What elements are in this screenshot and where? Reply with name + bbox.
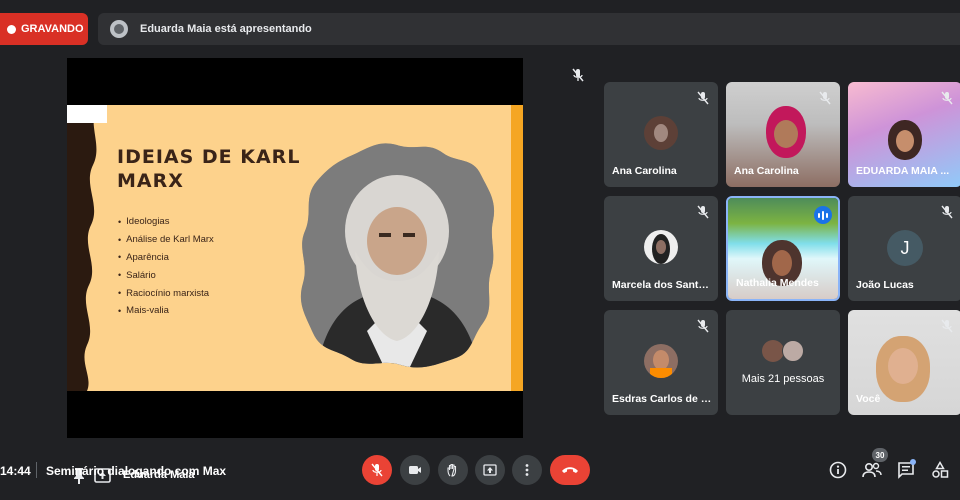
mic-off-icon <box>697 91 709 105</box>
slide-bullet-list: Ideologias Análise de Karl Marx Aparênci… <box>118 213 214 320</box>
speaking-indicator-icon <box>814 206 832 224</box>
presentation-stage[interactable]: IDEIAS DE KARL MARX Ideologias Análise d… <box>67 58 523 484</box>
more-options-button[interactable] <box>512 455 542 485</box>
participant-tile[interactable]: Ana Carolina <box>604 82 718 187</box>
info-icon <box>829 461 847 479</box>
karl-marx-portrait <box>300 143 495 368</box>
slide-bullet: Salário <box>118 266 214 284</box>
mic-off-icon <box>941 205 953 219</box>
chat-notification-dot <box>910 459 916 465</box>
participant-avatar <box>644 230 678 264</box>
mic-off-icon <box>697 319 709 333</box>
participant-name: Esdras Carlos de L... <box>612 393 712 405</box>
hangup-icon <box>562 467 578 473</box>
participant-avatar <box>766 106 806 158</box>
participant-avatar <box>782 340 804 362</box>
slide-wave-decoration <box>67 105 97 391</box>
more-vert-icon <box>525 464 529 476</box>
participant-name: EDUARDA MAIA ... <box>856 165 950 177</box>
participant-avatar <box>644 344 678 378</box>
mic-off-icon <box>819 91 831 105</box>
participant-tile[interactable]: Ana Carolina <box>726 82 840 187</box>
meeting-clock: 14:44 <box>0 464 31 478</box>
participant-avatar <box>762 340 784 362</box>
presentation-slide: IDEIAS DE KARL MARX Ideologias Análise d… <box>67 105 523 391</box>
mic-off-icon <box>572 68 584 82</box>
slide-bullet: Aparência <box>118 249 214 267</box>
mic-toggle-button[interactable] <box>362 455 392 485</box>
meeting-details-button[interactable] <box>828 460 848 480</box>
present-icon <box>483 464 497 476</box>
slide-top-band <box>67 105 107 123</box>
presenter-avatar <box>110 20 128 38</box>
slide-right-band <box>511 105 523 391</box>
people-button[interactable] <box>862 460 882 480</box>
camera-toggle-button[interactable] <box>400 455 430 485</box>
mic-off-icon <box>371 463 383 477</box>
participant-tile[interactable]: Esdras Carlos de L... <box>604 310 718 415</box>
participant-avatar <box>644 116 678 150</box>
slide-title: IDEIAS DE KARL MARX <box>117 146 301 192</box>
participant-name: Ana Carolina <box>612 165 677 177</box>
presenting-text: Eduarda Maia está apresentando <box>140 23 312 35</box>
mic-off-icon <box>941 91 953 105</box>
bottom-divider <box>36 462 37 478</box>
slide-bullet: Raciocínio marxista <box>118 284 214 302</box>
participant-name: João Lucas <box>856 279 914 291</box>
leave-call-button[interactable] <box>550 455 590 485</box>
participant-name: Ana Carolina <box>734 165 799 177</box>
more-participants-label: Mais 21 pessoas <box>741 373 825 385</box>
activities-button[interactable] <box>930 460 950 480</box>
recording-dot-icon <box>7 24 16 34</box>
presenting-banner: Eduarda Maia está apresentando <box>98 13 960 45</box>
meeting-title: Seminário dialogando com Max <box>46 464 227 478</box>
participant-name: Marcela dos Santo... <box>612 279 712 291</box>
participant-count-badge: 30 <box>872 448 888 462</box>
participant-tile-speaking[interactable]: Nathalia Mendes <box>726 196 840 301</box>
mic-off-icon <box>941 319 953 333</box>
self-tile[interactable]: Você <box>848 310 960 415</box>
present-now-button[interactable] <box>475 455 505 485</box>
participant-initial-avatar: J <box>887 230 923 266</box>
mic-off-icon <box>697 205 709 219</box>
recording-label: GRAVANDO <box>21 23 84 35</box>
participant-tile[interactable]: J João Lucas <box>848 196 960 301</box>
slide-bullet: Mais-valia <box>118 302 214 320</box>
people-icon <box>862 462 882 478</box>
participant-tile[interactable]: Marcela dos Santo... <box>604 196 718 301</box>
activities-icon <box>932 461 949 478</box>
slide-bullet: Ideologias <box>118 213 214 231</box>
participant-name: Você <box>856 393 881 405</box>
recording-badge[interactable]: GRAVANDO <box>0 13 88 45</box>
participant-tile[interactable]: EDUARDA MAIA ... <box>848 82 960 187</box>
participant-name: Nathalia Mendes <box>736 277 819 289</box>
camera-icon <box>409 466 421 474</box>
slide-bullet: Análise de Karl Marx <box>118 231 214 249</box>
more-participants-tile[interactable]: Mais 21 pessoas <box>726 310 840 415</box>
raise-hand-button[interactable] <box>438 455 468 485</box>
participant-avatar <box>888 120 922 160</box>
participant-avatar <box>876 336 930 402</box>
raise-hand-icon <box>447 463 457 477</box>
